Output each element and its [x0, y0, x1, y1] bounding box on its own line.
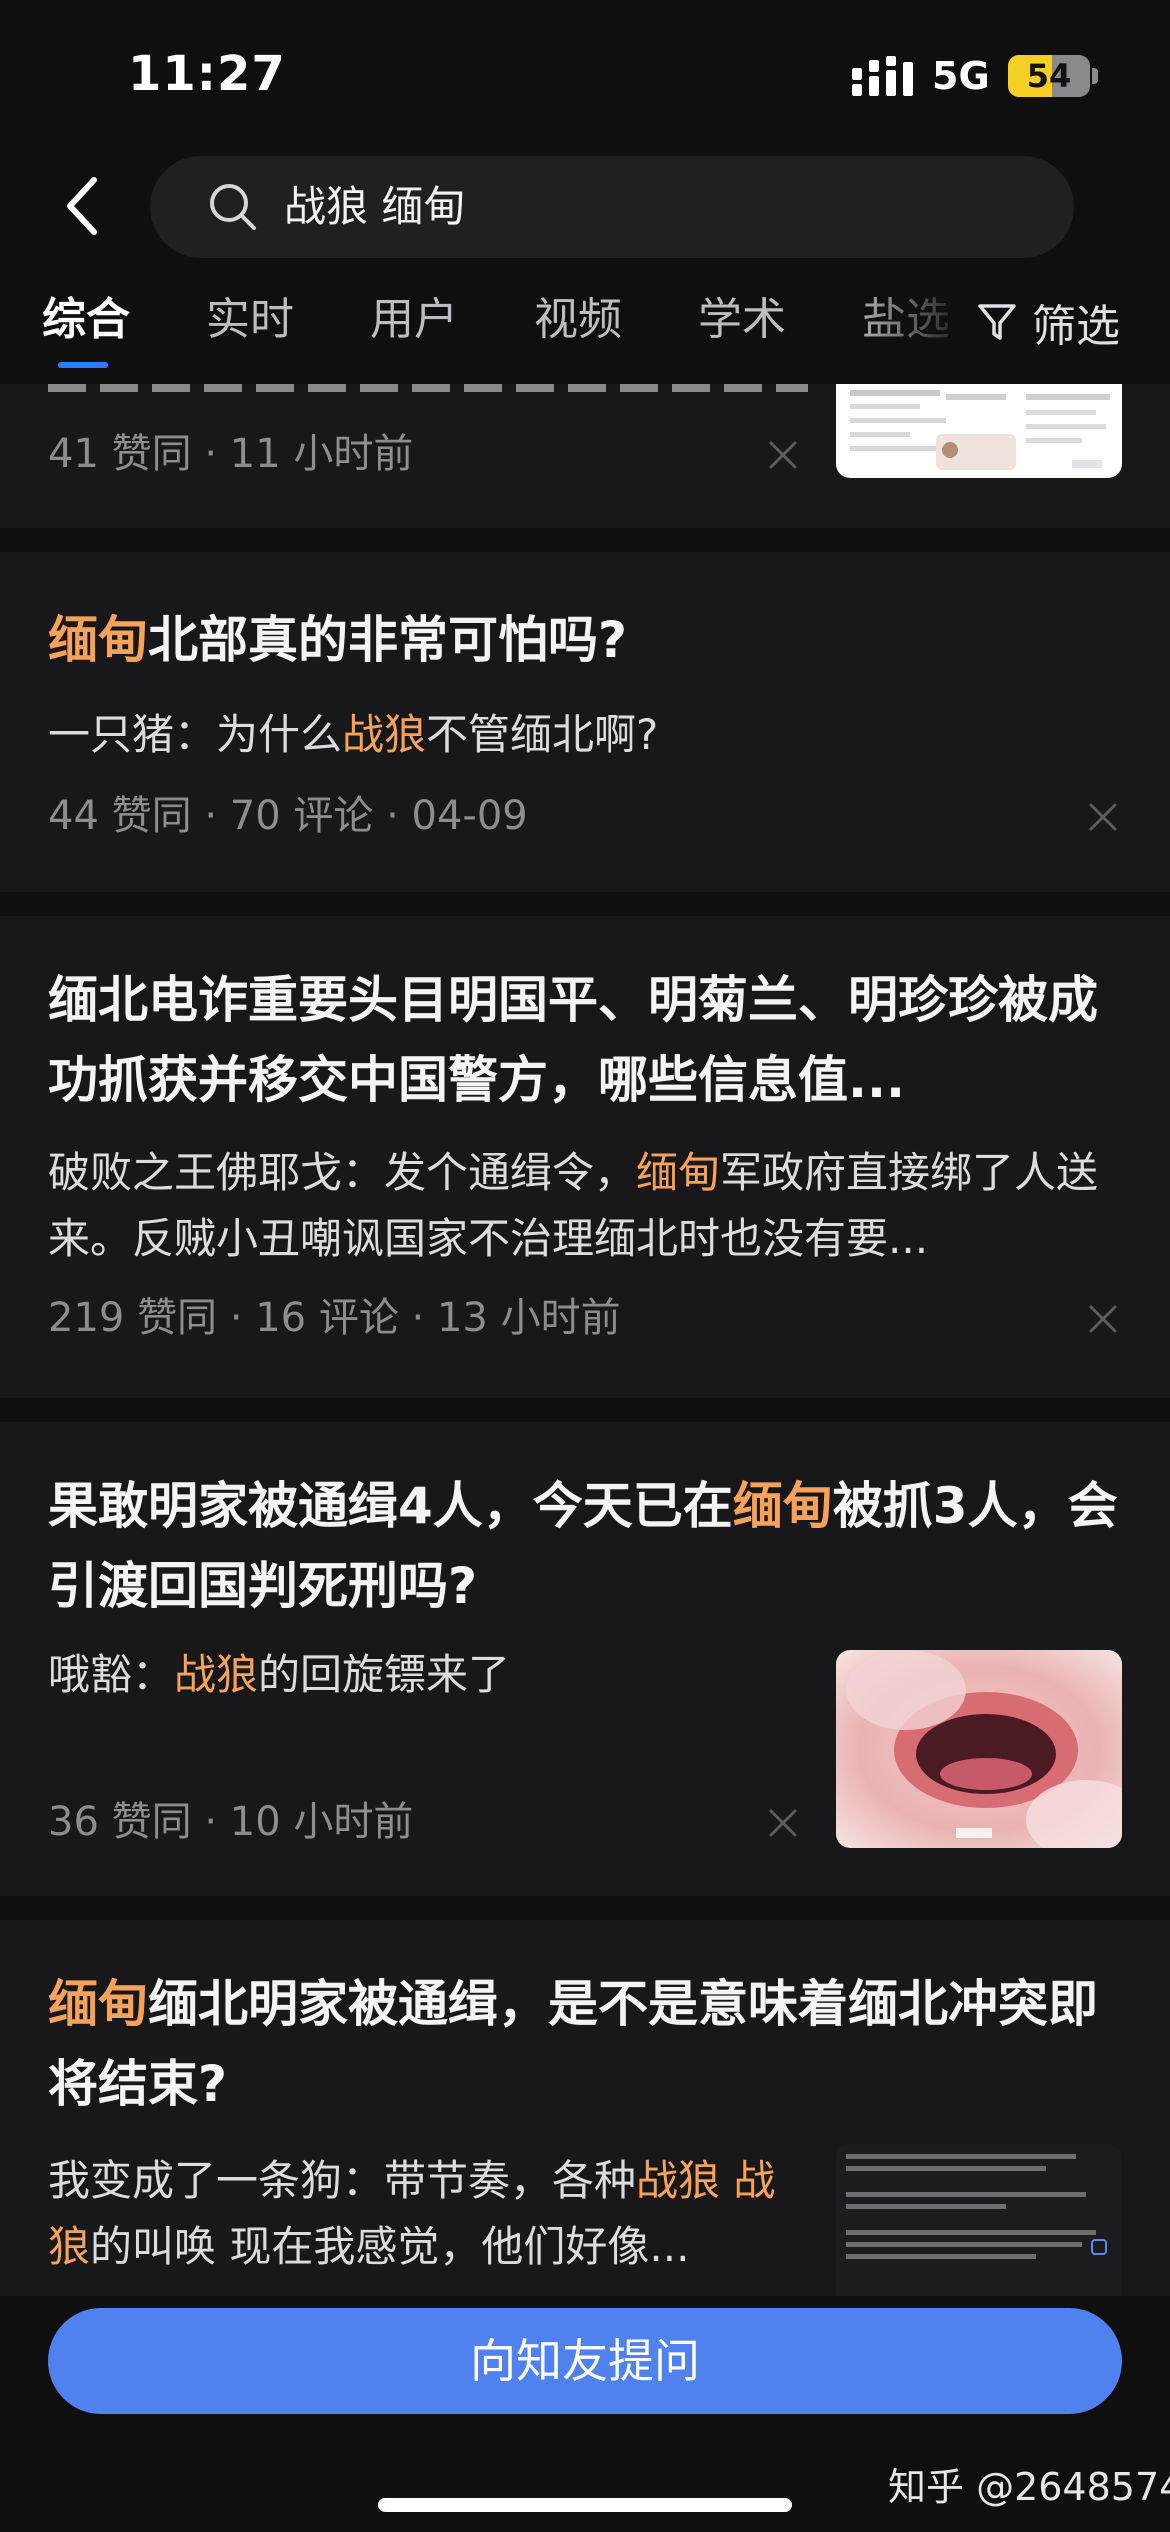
result-thumbnail [836, 2144, 1122, 2296]
watermark: 知乎 @2648574 [888, 2465, 1170, 2509]
excerpt-author: 破败之王佛耶戈：发个通缉令， [48, 1148, 637, 1197]
filter-icon [978, 304, 1016, 340]
filter-button[interactable]: 筛选 [972, 290, 1120, 354]
result-meta: 41 赞同 · 11 小时前 [48, 431, 414, 477]
excerpt-text: 的叫唤 现在我感觉，他们好像... [90, 2222, 690, 2271]
keyword-highlight: 战狼 [636, 2156, 721, 2205]
title-text: 果敢明家被通缉4人，今天已在 [48, 1477, 733, 1535]
home-indicator[interactable] [378, 2498, 792, 2512]
excerpt-text [720, 2156, 733, 2205]
result-card[interactable]: 缅北电诈重要头目明国平、明菊兰、明珍珍被成功抓获并移交中国警方，哪些信息值...… [0, 916, 1170, 1398]
result-title[interactable]: 缅甸缅北明家被通缉，是不是意味着缅北冲突即将结束? [48, 1964, 1118, 2124]
result-excerpt: 破败之王佛耶戈：发个通缉令，缅甸军政府直接绑了人送来。反贼小丑嘲讽国家不治理缅北… [48, 1140, 1122, 1272]
active-tab-indicator [58, 362, 108, 368]
excerpt-text: 的回旋镖来了 [258, 1650, 511, 1699]
tab-users[interactable]: 用户 [370, 290, 458, 350]
battery-icon: 54 [1008, 55, 1090, 97]
title-text: 缅北明家被通缉，是不是意味着缅北冲突即将结束? [48, 1975, 1098, 2113]
result-excerpt: 一只猪：为什么战狼不管缅北啊? [48, 702, 1118, 768]
ask-question-button[interactable]: 向知友提问 [48, 2308, 1122, 2414]
close-icon[interactable] [766, 438, 800, 472]
keyword-highlight: 缅甸 [48, 611, 148, 669]
excerpt-author: 一只猪：为什么 [48, 710, 343, 759]
status-time: 11:27 [128, 46, 286, 102]
cellular-signal-icon [852, 56, 913, 96]
close-icon[interactable] [766, 1806, 800, 1840]
result-meta: 36 赞同 · 10 小时前 [48, 1799, 414, 1845]
excerpt-author: 哦豁： [48, 1650, 175, 1699]
result-title[interactable]: 果敢明家被通缉4人，今天已在缅甸被抓3人，会引渡回国判死刑吗? [48, 1466, 1118, 1626]
result-card[interactable]: 果敢明家被通缉4人，今天已在缅甸被抓3人，会引渡回国判死刑吗? 哦豁：战狼的回旋… [0, 1422, 1170, 1896]
keyword-highlight: 战狼 [342, 710, 427, 759]
back-button[interactable] [54, 170, 114, 242]
tab-comprehensive[interactable]: 综合 [42, 290, 130, 350]
close-icon[interactable] [1086, 800, 1120, 834]
result-title[interactable]: 缅甸北部真的非常可怕吗? [48, 600, 1118, 680]
keyword-highlight: 缅甸 [636, 1148, 721, 1197]
clipped-title-remnant [48, 384, 808, 392]
result-meta: 219 赞同 · 16 评论 · 13 小时前 [48, 1295, 621, 1341]
battery-percent: 54 [1026, 57, 1072, 95]
result-thumbnail [836, 1650, 1122, 1848]
keyword-highlight: 缅甸 [48, 1975, 148, 2033]
search-tabs: 综合 实时 用户 视频 学术 盐选 筛选 [0, 290, 1170, 376]
result-title[interactable]: 缅北电诈重要头目明国平、明菊兰、明珍珍被成功抓获并移交中国警方，哪些信息值... [48, 960, 1118, 1120]
result-excerpt: 哦豁：战狼的回旋镖来了 [48, 1642, 808, 1708]
title-text: 北部真的非常可怕吗? [148, 611, 628, 669]
tab-fade [850, 290, 970, 360]
excerpt-text: 不管缅北啊? [426, 710, 659, 759]
search-query: 战狼 缅甸 [284, 182, 466, 231]
keyword-highlight: 缅甸 [732, 1477, 833, 1535]
result-excerpt: 我变成了一条狗：带节奏，各种战狼 战狼的叫唤 现在我感觉，他们好像... [48, 2148, 808, 2280]
keyword-highlight: 战狼 [174, 1650, 259, 1699]
search-icon [210, 184, 256, 230]
tab-academic[interactable]: 学术 [698, 290, 786, 350]
filter-label: 筛选 [1032, 301, 1120, 352]
tab-video[interactable]: 视频 [534, 290, 622, 350]
network-type: 5G [932, 54, 990, 98]
tab-realtime[interactable]: 实时 [206, 290, 294, 350]
excerpt-author: 我变成了一条狗：带节奏，各种 [48, 2156, 637, 2205]
result-meta: 44 赞同 · 70 评论 · 04-09 [48, 793, 528, 839]
result-card[interactable]: 缅甸北部真的非常可怕吗? 一只猪：为什么战狼不管缅北啊? 44 赞同 · 70 … [0, 552, 1170, 892]
battery-nub [1092, 68, 1098, 84]
result-card[interactable]: 41 赞同 · 11 小时前 [0, 384, 1170, 528]
result-card[interactable]: 缅甸缅北明家被通缉，是不是意味着缅北冲突即将结束? 我变成了一条狗：带节奏，各种… [0, 1920, 1170, 2296]
result-thumbnail [836, 384, 1122, 478]
search-input[interactable]: 战狼 缅甸 [150, 156, 1074, 258]
status-bar: 11:27 5G 54 [0, 0, 1170, 150]
close-icon[interactable] [1086, 1302, 1120, 1336]
bottom-bar: 向知友提问 知乎 @2648574 [0, 2296, 1170, 2532]
